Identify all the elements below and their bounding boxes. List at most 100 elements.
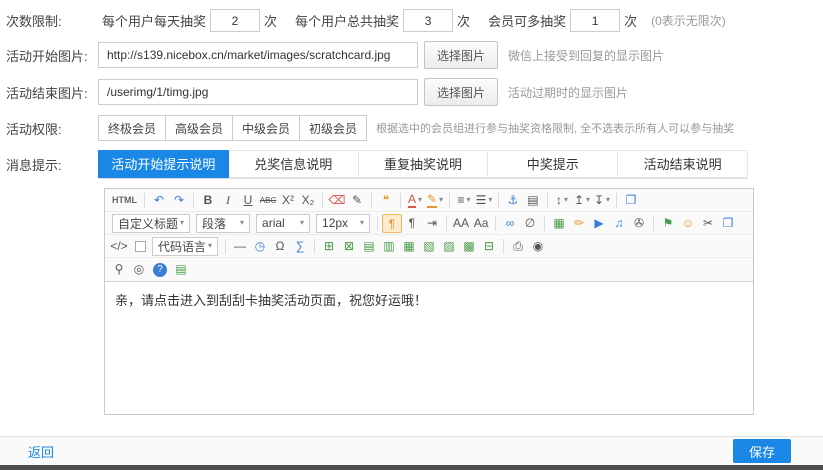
attachment-icon[interactable]: ✇ — [629, 214, 649, 233]
undo-icon[interactable]: ↶ — [149, 191, 169, 210]
start-image-pick-button[interactable]: 选择图片 — [424, 41, 498, 69]
footer-bar: 返回 保存 — [0, 436, 823, 465]
insert-column-icon[interactable]: ▦ — [399, 237, 419, 256]
line-height-icon[interactable]: ↕▾ — [552, 191, 572, 210]
activity-settings-form: 次数限制: 每个用户每天抽奖 次 每个用户总共抽奖 次 会员可多抽奖 次 (0表… — [0, 0, 823, 179]
underline-icon[interactable]: U — [238, 191, 258, 210]
font-size-dropdown[interactable]: 12px▾ — [316, 214, 370, 233]
tab-activity-start-message[interactable]: 活动开始提示说明 — [98, 150, 229, 178]
print-icon[interactable]: ⎙ — [508, 237, 528, 256]
tab-redeem-info[interactable]: 兑奖信息说明 — [229, 150, 359, 178]
toolbar-row-1: HTML ↶↷ BIUABCX²X₂ ⌫✎ ❝ A▾✎▾ ≡▾☰▾ ⚓▤ ↕▾↥▾↧▾ ❐ — [105, 189, 753, 212]
unlink-icon[interactable]: ∅ — [520, 214, 540, 233]
screenshot-icon[interactable]: ✂ — [698, 214, 718, 233]
member-level-button-middle[interactable]: 中级会员 — [232, 115, 300, 141]
message-tab-bar: 活动开始提示说明 兑奖信息说明 重复抽奖说明 中奖提示 活动结束说明 — [98, 150, 748, 179]
subscript-icon[interactable]: X₂ — [298, 191, 318, 210]
delete-row-icon[interactable]: ▥ — [379, 237, 399, 256]
split-cells-icon[interactable]: ▩ — [459, 237, 479, 256]
font-family-dropdown[interactable]: arial▾ — [256, 214, 310, 233]
end-image-label: 活动结束图片: — [0, 83, 98, 102]
blockquote-icon[interactable]: ❝ — [376, 191, 396, 210]
insert-music-icon[interactable]: ♫ — [609, 214, 629, 233]
paragraph-dropdown[interactable]: 段落▾ — [196, 214, 250, 233]
find-icon[interactable]: ◎ — [129, 260, 149, 279]
insert-image-icon[interactable]: ▦ — [549, 214, 569, 233]
permissions-hint: 根据选中的会员组进行参与抽奖资格限制, 全不选表示所有人可以参与抽奖 — [376, 120, 734, 136]
to-uppercase-icon[interactable]: AA — [451, 214, 471, 233]
format-painter-icon[interactable]: ✎ — [347, 191, 367, 210]
editor-content-area[interactable]: 亲，请点击进入到刮刮卡抽奖活动页面，祝您好运哦！ — [105, 282, 753, 414]
to-lowercase-icon[interactable]: Aa — [471, 214, 491, 233]
toolbar-separator — [314, 239, 315, 254]
insert-video-icon[interactable]: ▶ — [589, 214, 609, 233]
special-char-icon[interactable]: Ω — [270, 237, 290, 256]
remove-format-icon[interactable]: ⌫ — [327, 191, 347, 210]
search-replace-icon[interactable]: ⚲ — [109, 260, 129, 279]
paragraph-space-top-icon[interactable]: ↥▾ — [572, 191, 592, 210]
custom-title-dropdown[interactable]: 自定义标题▾ — [112, 214, 190, 233]
toolbar-separator — [503, 239, 504, 254]
per-day-count-input[interactable] — [210, 9, 260, 32]
end-image-url-input[interactable] — [98, 79, 418, 105]
anchor-icon[interactable]: ⚓ — [503, 191, 523, 210]
paragraph-space-bottom-icon[interactable]: ↧▾ — [592, 191, 612, 210]
toolbar-separator — [449, 193, 450, 208]
member-level-button-junior[interactable]: 初级会员 — [299, 115, 367, 141]
insert-frame-icon[interactable]: ❐ — [718, 214, 738, 233]
direction-rtl-icon[interactable]: ¶ — [402, 214, 422, 233]
bottom-strip — [0, 465, 823, 470]
draft-icon[interactable]: ▤ — [171, 260, 191, 279]
end-image-pick-button[interactable]: 选择图片 — [424, 78, 498, 106]
redo-icon[interactable]: ↷ — [169, 191, 189, 210]
strikethrough-icon[interactable]: ABC — [258, 191, 278, 210]
superscript-icon[interactable]: X² — [278, 191, 298, 210]
insert-map-icon[interactable]: ⚑ — [658, 214, 678, 233]
preview-icon[interactable]: ◉ — [528, 237, 548, 256]
indent-icon[interactable]: ⇥ — [422, 214, 442, 233]
member-extra-count-input[interactable] — [570, 9, 620, 32]
bold-icon[interactable]: B — [198, 191, 218, 210]
caret-down-icon: ▾ — [586, 196, 590, 204]
tab-repeat-draw[interactable]: 重复抽奖说明 — [359, 150, 489, 178]
unordered-list-icon[interactable]: ☰▾ — [474, 191, 494, 210]
direction-ltr-icon[interactable]: ¶ — [382, 214, 402, 233]
code-language-checkbox[interactable] — [135, 241, 146, 252]
toolbar-separator — [547, 193, 548, 208]
member-extra-label: 会员可多抽奖 — [488, 11, 566, 30]
insert-table-icon[interactable]: ⊞ — [319, 237, 339, 256]
insert-row-icon[interactable]: ▤ — [359, 237, 379, 256]
page-break-icon[interactable]: ▤ — [523, 191, 543, 210]
font-color-icon[interactable]: A▾ — [405, 191, 425, 210]
tab-winning-message[interactable]: 中奖提示 — [488, 150, 618, 178]
tab-activity-end-message[interactable]: 活动结束说明 — [618, 150, 748, 178]
ordered-list-icon[interactable]: ≡▾ — [454, 191, 474, 210]
italic-icon[interactable]: I — [218, 191, 238, 210]
start-image-url-input[interactable] — [98, 42, 418, 68]
back-link[interactable]: 返回 — [28, 442, 54, 461]
merge-cells-icon[interactable]: ▨ — [439, 237, 459, 256]
delete-column-icon[interactable]: ▧ — [419, 237, 439, 256]
delete-table-icon[interactable]: ⊠ — [339, 237, 359, 256]
save-button[interactable]: 保存 — [733, 439, 791, 463]
table-title-icon[interactable]: ⊟ — [479, 237, 499, 256]
source-code-button[interactable]: HTML — [109, 195, 140, 205]
unit-label: 次 — [457, 11, 470, 30]
member-level-button-senior[interactable]: 高级会员 — [165, 115, 233, 141]
start-image-label: 活动开始图片: — [0, 46, 98, 65]
horizontal-rule-icon[interactable]: — — [230, 237, 250, 256]
help-icon[interactable]: ? — [153, 263, 167, 277]
insert-code-icon[interactable]: </> — [109, 237, 129, 256]
member-level-button-ultimate[interactable]: 终极会员 — [98, 115, 166, 141]
toolbar-separator — [225, 239, 226, 254]
formula-icon[interactable]: ∑ — [290, 237, 310, 256]
emotion-icon[interactable]: ☺ — [678, 214, 698, 233]
message-label: 消息提示: — [0, 155, 98, 174]
code-language-dropdown[interactable]: 代码语言▾ — [152, 237, 218, 256]
link-icon[interactable]: ∞ — [500, 214, 520, 233]
total-count-input[interactable] — [403, 9, 453, 32]
fullscreen-icon[interactable]: ❐ — [621, 191, 641, 210]
scrawl-icon[interactable]: ✏ — [569, 214, 589, 233]
background-color-icon[interactable]: ✎▾ — [425, 191, 445, 210]
date-time-icon[interactable]: ◷ — [250, 237, 270, 256]
